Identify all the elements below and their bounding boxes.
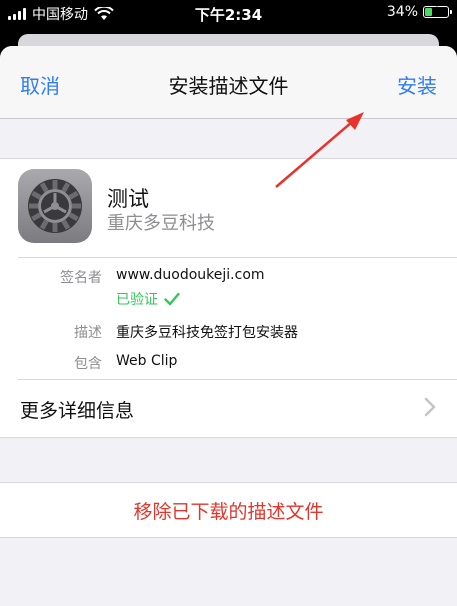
- contains-label: 包含: [74, 356, 102, 372]
- settings-gear-icon: [18, 169, 92, 243]
- profile-card: 测试 重庆多豆科技 签名者 www.duodoukeji.com 已验证 描述 …: [0, 158, 457, 438]
- signer-label: 签名者: [60, 270, 102, 286]
- nav-bar: 取消 安装描述文件 安装: [0, 46, 457, 119]
- page-title: 安装描述文件: [168, 74, 289, 98]
- install-button[interactable]: 安装: [397, 70, 437, 99]
- verified-status: 已验证: [116, 289, 180, 309]
- remove-profile-button[interactable]: 移除已下载的描述文件: [0, 482, 457, 538]
- battery-percent: 34%: [386, 4, 418, 20]
- contains-value: Web Clip: [116, 353, 178, 369]
- signer-value: www.duodoukeji.com: [116, 267, 265, 283]
- status-bar: 中国移动 下午2:34 34% ⚡: [0, 0, 457, 26]
- chevron-right-icon: [424, 397, 436, 417]
- verified-label: 已验证: [116, 292, 158, 308]
- divider: [18, 257, 457, 258]
- more-details-row[interactable]: 更多详细信息: [0, 380, 457, 436]
- profile-sheet: 取消 安装描述文件 安装 测试 重庆多豆科技 签名者 www.duodoukej…: [0, 46, 457, 606]
- description-label: 描述: [74, 325, 102, 341]
- more-details-label: 更多详细信息: [20, 400, 135, 422]
- status-right: 34% ⚡: [386, 4, 452, 20]
- remove-profile-label: 移除已下载的描述文件: [133, 501, 324, 523]
- description-value: 重庆多豆科技免签打包安装器: [116, 325, 298, 341]
- profile-organization: 重庆多豆科技: [107, 213, 215, 234]
- battery-charging-icon: ⚡: [423, 5, 452, 18]
- checkmark-icon: [164, 292, 180, 306]
